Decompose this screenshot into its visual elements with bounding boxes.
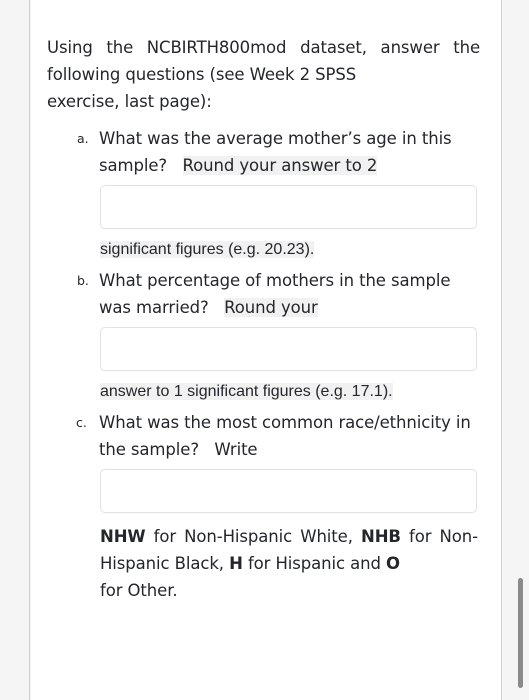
question-text-c: What was the most common race/ethnicity … (99, 413, 471, 459)
page-root: Using the NCBIRTH800mod dataset, answer … (0, 0, 529, 700)
intro-line-1: Using the NCBIRTH800mod dataset, answer … (47, 38, 480, 84)
question-marker-c: c. (76, 415, 87, 430)
legend-text-h: for Hispanic and (242, 554, 386, 573)
race-code-legend: NHW for Non-Hispanic White, NHB for Non-… (100, 523, 478, 604)
intro-line-2: exercise, last page): (47, 92, 212, 111)
question-highlight-c: Write (214, 440, 258, 459)
question-item-b: b. What percentage of mothers in the sam… (68, 267, 480, 321)
question-text-b: What percentage of mothers in the sample… (99, 271, 451, 317)
question-item-a: a. What was the average mother’s age in … (68, 125, 480, 179)
legend-code-nhw: NHW (100, 527, 146, 546)
question-list: a. What was the average mother’s age in … (39, 125, 489, 513)
answer-input-a[interactable] (100, 185, 477, 229)
question-item-c: c. What was the most common race/ethnici… (68, 409, 480, 463)
legend-code-nhb: NHB (360, 527, 401, 546)
left-page-gutter (0, 0, 30, 700)
vertical-scrollbar-thumb[interactable] (518, 578, 523, 688)
question-marker-b: b. (77, 273, 89, 288)
document-content: Using the NCBIRTH800mod dataset, answer … (31, 0, 501, 604)
intro-paragraph: Using the NCBIRTH800mod dataset, answer … (39, 34, 489, 115)
question-marker-a: a. (77, 131, 89, 146)
question-text-a: What was the average mother’s age in thi… (99, 129, 452, 175)
answer-note-b: answer to 1 significant figures (e.g. 17… (100, 379, 477, 405)
document-sheet: Using the NCBIRTH800mod dataset, answer … (31, 0, 501, 700)
answer-note-a-text: significant figures (e.g. 20.23). (100, 241, 315, 258)
question-prompt-c: What was the most common race/ethnicity … (99, 413, 471, 459)
question-highlight-b: Round your (224, 298, 318, 317)
answer-note-a: significant figures (e.g. 20.23). (100, 237, 477, 263)
answer-note-b-text: answer to 1 significant figures (e.g. 17… (100, 383, 393, 400)
legend-code-o: O (386, 554, 400, 573)
vertical-scrollbar[interactable] (513, 0, 527, 700)
legend-code-h: H (229, 554, 243, 573)
legend-text-nhw: for Non-Hispanic White, (145, 527, 361, 546)
legend-text-last: for Other. (100, 581, 178, 600)
answer-input-c[interactable] (100, 469, 477, 513)
question-highlight-a: Round your answer to 2 (182, 156, 378, 175)
answer-input-b[interactable] (100, 327, 477, 371)
